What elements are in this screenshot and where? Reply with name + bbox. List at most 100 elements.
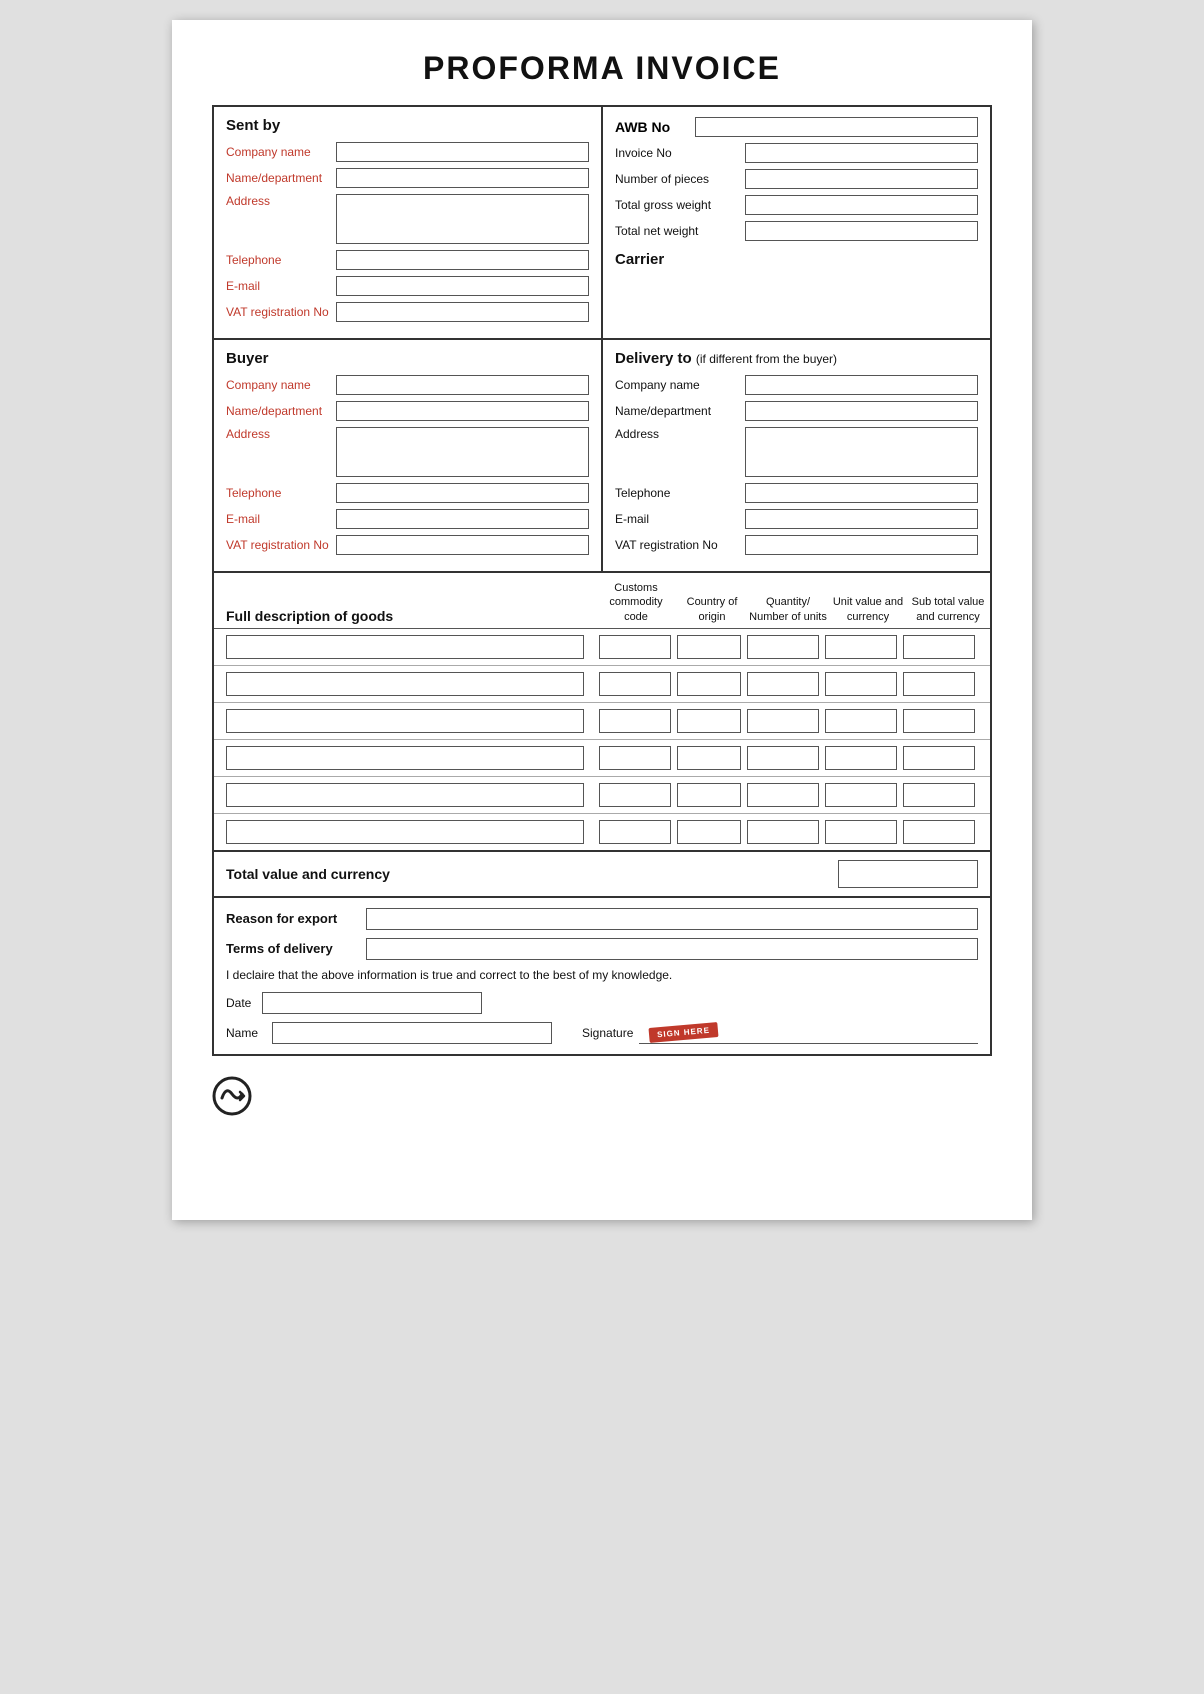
- goods-cells-4: [596, 742, 978, 774]
- dt-address-input[interactable]: [745, 427, 978, 477]
- by-email-input[interactable]: [336, 509, 589, 529]
- sb-company-input[interactable]: [336, 142, 589, 162]
- dt-email-input[interactable]: [745, 509, 978, 529]
- dt-vat-label: VAT registration No: [615, 538, 745, 552]
- cell-unit-5[interactable]: [825, 783, 897, 807]
- by-address-input[interactable]: [336, 427, 589, 477]
- cell-customs-1[interactable]: [599, 635, 671, 659]
- by-company-row: Company name: [226, 375, 589, 395]
- cell-customs-4[interactable]: [599, 746, 671, 770]
- cell-subtotal-3[interactable]: [903, 709, 975, 733]
- goods-row-1: [214, 629, 990, 666]
- by-company-input[interactable]: [336, 375, 589, 395]
- cell-quantity-6[interactable]: [747, 820, 819, 844]
- date-input[interactable]: [262, 992, 482, 1014]
- dt-company-label: Company name: [615, 378, 745, 392]
- dt-namedept-input[interactable]: [745, 401, 978, 421]
- cell-subtotal-2[interactable]: [903, 672, 975, 696]
- goods-desc-input-1[interactable]: [226, 635, 584, 659]
- sb-namedept-row: Name/department: [226, 168, 589, 188]
- cell-unit-1[interactable]: [825, 635, 897, 659]
- sent-by-column: Sent by Company name Name/department Add…: [214, 107, 603, 338]
- signature-area[interactable]: SIGN HERE: [639, 1022, 978, 1044]
- dt-phone-row: Telephone: [615, 483, 978, 503]
- dt-company-row: Company name: [615, 375, 978, 395]
- delivery-column: Delivery to (if different from the buyer…: [603, 340, 990, 571]
- dt-namedept-row: Name/department: [615, 401, 978, 421]
- by-vat-input[interactable]: [336, 535, 589, 555]
- awb-invoice-row: Invoice No: [615, 143, 978, 163]
- total-label: Total value and currency: [226, 866, 838, 882]
- awb-no-row: AWB No: [615, 117, 978, 137]
- dt-company-input[interactable]: [745, 375, 978, 395]
- carrier-title: Carrier: [615, 251, 978, 268]
- cell-customs-5[interactable]: [599, 783, 671, 807]
- sb-namedept-input[interactable]: [336, 168, 589, 188]
- goods-row-3: [214, 703, 990, 740]
- by-address-row: Address: [226, 427, 589, 477]
- dt-email-label: E-mail: [615, 512, 745, 526]
- cell-unit-3[interactable]: [825, 709, 897, 733]
- page: PROFORMA INVOICE Sent by Company name Na…: [172, 20, 1032, 1220]
- dt-phone-input[interactable]: [745, 483, 978, 503]
- total-value-input[interactable]: [838, 860, 978, 888]
- awb-net-label: Total net weight: [615, 224, 745, 238]
- col-header-unit: Unit value and currency: [828, 595, 908, 624]
- awb-invoice-label: Invoice No: [615, 146, 745, 160]
- sb-company-label: Company name: [226, 145, 336, 159]
- dt-vat-input[interactable]: [745, 535, 978, 555]
- cell-unit-6[interactable]: [825, 820, 897, 844]
- sb-address-input[interactable]: [336, 194, 589, 244]
- cell-quantity-1[interactable]: [747, 635, 819, 659]
- goods-desc-input-2[interactable]: [226, 672, 584, 696]
- awb-no-input[interactable]: [695, 117, 978, 137]
- cell-country-1[interactable]: [677, 635, 741, 659]
- cell-country-6[interactable]: [677, 820, 741, 844]
- awb-gross-input[interactable]: [745, 195, 978, 215]
- sb-vat-input[interactable]: [336, 302, 589, 322]
- name-input[interactable]: [272, 1022, 552, 1044]
- signature-label: Signature: [582, 1026, 633, 1040]
- by-namedept-input[interactable]: [336, 401, 589, 421]
- sb-email-input[interactable]: [336, 276, 589, 296]
- goods-desc-input-3[interactable]: [226, 709, 584, 733]
- cell-subtotal-1[interactable]: [903, 635, 975, 659]
- by-vat-row: VAT registration No: [226, 535, 589, 555]
- by-phone-input[interactable]: [336, 483, 589, 503]
- declaration-text: I declaire that the above information is…: [226, 968, 978, 982]
- name-label: Name: [226, 1026, 266, 1040]
- awb-invoice-input[interactable]: [745, 143, 978, 163]
- cell-subtotal-6[interactable]: [903, 820, 975, 844]
- goods-desc-3: [226, 705, 596, 737]
- cell-country-5[interactable]: [677, 783, 741, 807]
- cell-country-4[interactable]: [677, 746, 741, 770]
- cell-country-2[interactable]: [677, 672, 741, 696]
- cell-country-3[interactable]: [677, 709, 741, 733]
- goods-desc-input-4[interactable]: [226, 746, 584, 770]
- awb-pieces-row: Number of pieces: [615, 169, 978, 189]
- sb-phone-input[interactable]: [336, 250, 589, 270]
- goods-desc-input-5[interactable]: [226, 783, 584, 807]
- awb-net-input[interactable]: [745, 221, 978, 241]
- cell-quantity-5[interactable]: [747, 783, 819, 807]
- goods-desc-input-6[interactable]: [226, 820, 584, 844]
- cell-quantity-4[interactable]: [747, 746, 819, 770]
- cell-quantity-3[interactable]: [747, 709, 819, 733]
- cell-customs-3[interactable]: [599, 709, 671, 733]
- by-email-label: E-mail: [226, 512, 336, 526]
- cell-subtotal-4[interactable]: [903, 746, 975, 770]
- top-section: Sent by Company name Name/department Add…: [214, 107, 990, 340]
- terms-input[interactable]: [366, 938, 978, 960]
- goods-row-5: [214, 777, 990, 814]
- cell-subtotal-5[interactable]: [903, 783, 975, 807]
- col-header-country: Country of origin: [676, 595, 748, 624]
- cell-customs-6[interactable]: [599, 820, 671, 844]
- cell-quantity-2[interactable]: [747, 672, 819, 696]
- reason-input[interactable]: [366, 908, 978, 930]
- cell-unit-2[interactable]: [825, 672, 897, 696]
- cell-customs-2[interactable]: [599, 672, 671, 696]
- goods-desc-header: Full description of goods: [226, 608, 596, 624]
- dt-phone-label: Telephone: [615, 486, 745, 500]
- awb-pieces-input[interactable]: [745, 169, 978, 189]
- cell-unit-4[interactable]: [825, 746, 897, 770]
